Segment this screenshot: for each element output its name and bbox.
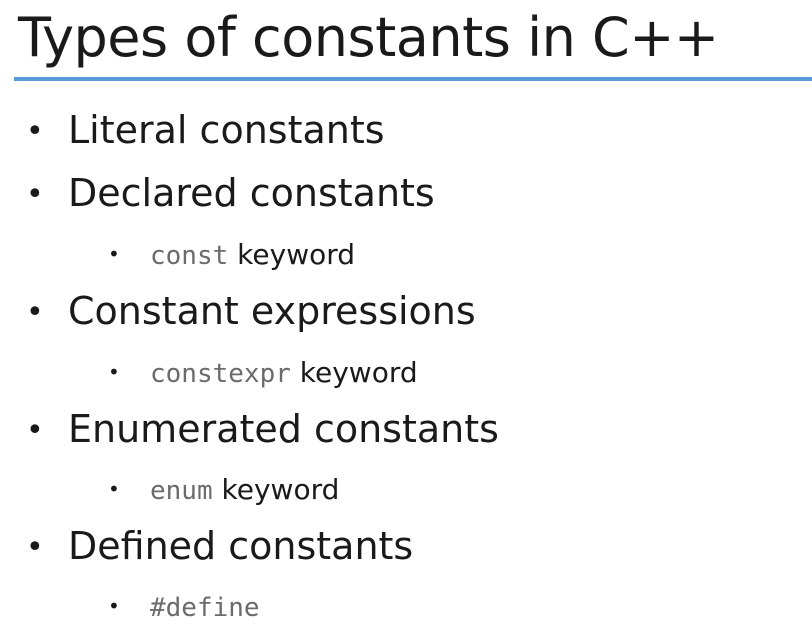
sub-bullet-const: • const keyword xyxy=(108,234,355,276)
sub-bullet-dot-icon: • xyxy=(108,477,120,501)
sub-bullet-text: keyword xyxy=(212,473,340,506)
code-keyword: const xyxy=(150,241,229,271)
bullet-constant-expressions: • Constant expressions xyxy=(26,286,476,338)
bullet-declared-constants: • Declared constants xyxy=(26,168,435,220)
sub-bullet-constexpr: • constexpr keyword xyxy=(108,352,418,394)
code-keyword: #define xyxy=(150,593,260,623)
bullet-text: Declared constants xyxy=(68,171,435,215)
sub-bullet-dot-icon: • xyxy=(108,594,120,618)
bullet-text: Enumerated constants xyxy=(68,407,499,451)
bullet-dot-icon: • xyxy=(26,413,44,448)
title-underline xyxy=(14,77,812,81)
sub-bullet-text: keyword xyxy=(228,238,356,271)
bullet-dot-icon: • xyxy=(26,530,44,565)
bullet-literal-constants: • Literal constants xyxy=(26,105,385,157)
bullet-dot-icon: • xyxy=(26,295,44,330)
bullet-text: Defined constants xyxy=(68,524,414,568)
bullet-dot-icon: • xyxy=(26,177,44,212)
sub-bullet-dot-icon: • xyxy=(108,242,120,266)
slide-title: Types of constants in C++ xyxy=(18,6,719,69)
bullet-dot-icon: • xyxy=(26,114,44,149)
bullet-text: Constant expressions xyxy=(68,289,476,333)
sub-bullet-text: keyword xyxy=(290,356,418,389)
sub-bullet-dot-icon: • xyxy=(108,360,120,384)
code-keyword: constexpr xyxy=(150,359,291,389)
sub-bullet-enum: • enum keyword xyxy=(108,469,339,511)
bullet-defined-constants: • Defined constants xyxy=(26,521,413,573)
bullet-text: Literal constants xyxy=(68,108,385,152)
slide: Types of constants in C++ • Literal const… xyxy=(0,0,812,638)
bullet-enumerated-constants: • Enumerated constants xyxy=(26,404,499,456)
sub-bullet-define: • #define xyxy=(108,586,260,628)
code-keyword: enum xyxy=(150,476,213,506)
